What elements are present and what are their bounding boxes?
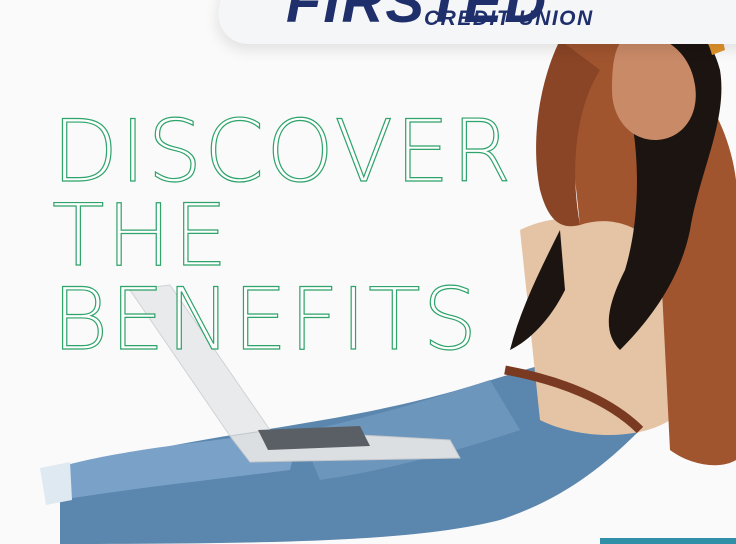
headline-line-3: BENEFITS [51, 270, 480, 370]
banner: FIRSTED CREDIT UNION DISCOVER THE BENEFI… [0, 0, 736, 544]
bottom-accent-bar [600, 538, 736, 544]
logo-subtitle: CREDIT UNION [424, 7, 594, 30]
headline-line-1: DISCOVER [51, 102, 514, 202]
headline: DISCOVER THE BENEFITS [51, 102, 514, 370]
headline-line-2: THE [51, 186, 230, 286]
